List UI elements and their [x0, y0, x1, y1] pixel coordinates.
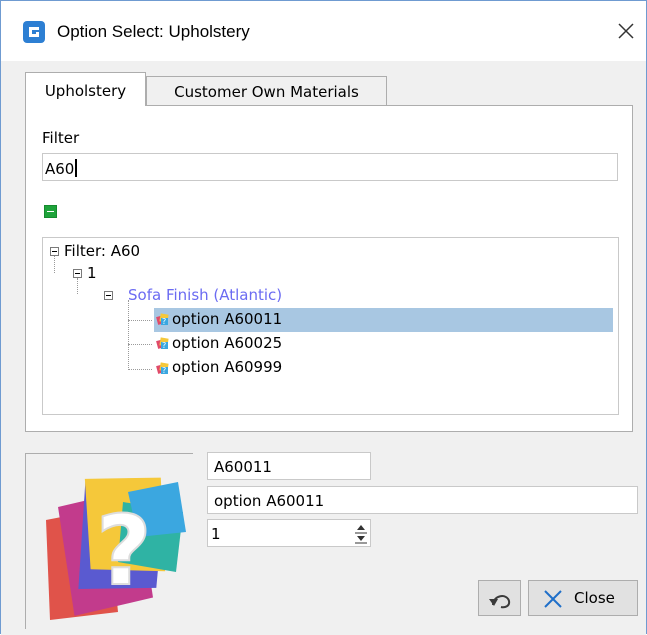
option-tree[interactable]: Filter: A60 1 Sofa Finish (Atlantic) ? o…: [42, 237, 619, 415]
tree-expander-group[interactable]: [104, 291, 113, 300]
close-x-icon: [544, 590, 562, 608]
option-icon: ?: [156, 337, 169, 350]
close-button-label: Close: [574, 589, 615, 607]
filter-input-value: A60: [45, 160, 75, 178]
title-bar: Option Select: Upholstery: [1, 1, 646, 61]
window-title: Option Select: Upholstery: [57, 22, 250, 41]
svg-text:?: ?: [96, 495, 152, 607]
tree-expander-root[interactable]: [50, 247, 59, 256]
option-icon: ?: [156, 313, 169, 326]
tree-line: [128, 300, 129, 370]
tree-line: [128, 320, 152, 321]
close-icon[interactable]: [614, 19, 638, 43]
tree-node-root[interactable]: Filter: A60: [64, 242, 140, 260]
dialog-content: Upholstery Customer Own Materials Filter…: [1, 61, 646, 635]
close-button[interactable]: Close: [528, 580, 638, 616]
tree-expander-level1[interactable]: [73, 269, 82, 278]
svg-text:?: ?: [162, 317, 166, 326]
tree-option-1[interactable]: option A60011: [172, 310, 282, 328]
undo-button[interactable]: [478, 580, 521, 616]
option-description-value: option A60011: [214, 492, 325, 510]
tree-line: [77, 278, 78, 294]
quantity-value: 1: [211, 525, 221, 543]
tree-line: [128, 369, 152, 370]
app-logo-icon: [23, 21, 45, 43]
tree-node-level1[interactable]: 1: [87, 264, 97, 282]
filter-input[interactable]: A60: [42, 153, 618, 181]
tab-upholstery[interactable]: Upholstery: [25, 72, 146, 106]
collapse-minus-icon[interactable]: [44, 205, 57, 218]
text-caret: [75, 159, 78, 177]
option-code-field[interactable]: A60011: [207, 452, 371, 480]
option-code-value: A60011: [214, 458, 272, 476]
spin-buttons[interactable]: [353, 521, 369, 545]
option-icon: ?: [156, 362, 169, 375]
unknown-image-question-icon: ?: [46, 477, 186, 620]
tree-option-3[interactable]: option A60999: [172, 358, 282, 376]
svg-text:?: ?: [162, 341, 166, 350]
option-description-field[interactable]: option A60011: [207, 486, 638, 514]
undo-icon: [489, 595, 511, 609]
option-select-dialog: Option Select: Upholstery Upholstery Cus…: [0, 0, 647, 635]
tab-customer-own-materials[interactable]: Customer Own Materials: [146, 76, 387, 106]
svg-text:?: ?: [162, 366, 166, 375]
tab-panel-upholstery: Filter A60 Filter: A60 1 Sofa Finish (At…: [25, 105, 633, 432]
tree-option-2[interactable]: option A60025: [172, 334, 282, 352]
preview-panel: ?: [25, 453, 193, 629]
tree-line: [54, 256, 55, 273]
filter-label: Filter: [42, 129, 80, 147]
tree-line: [128, 344, 152, 345]
quantity-stepper[interactable]: 1: [207, 519, 371, 547]
tree-node-group[interactable]: Sofa Finish (Atlantic): [128, 286, 282, 304]
